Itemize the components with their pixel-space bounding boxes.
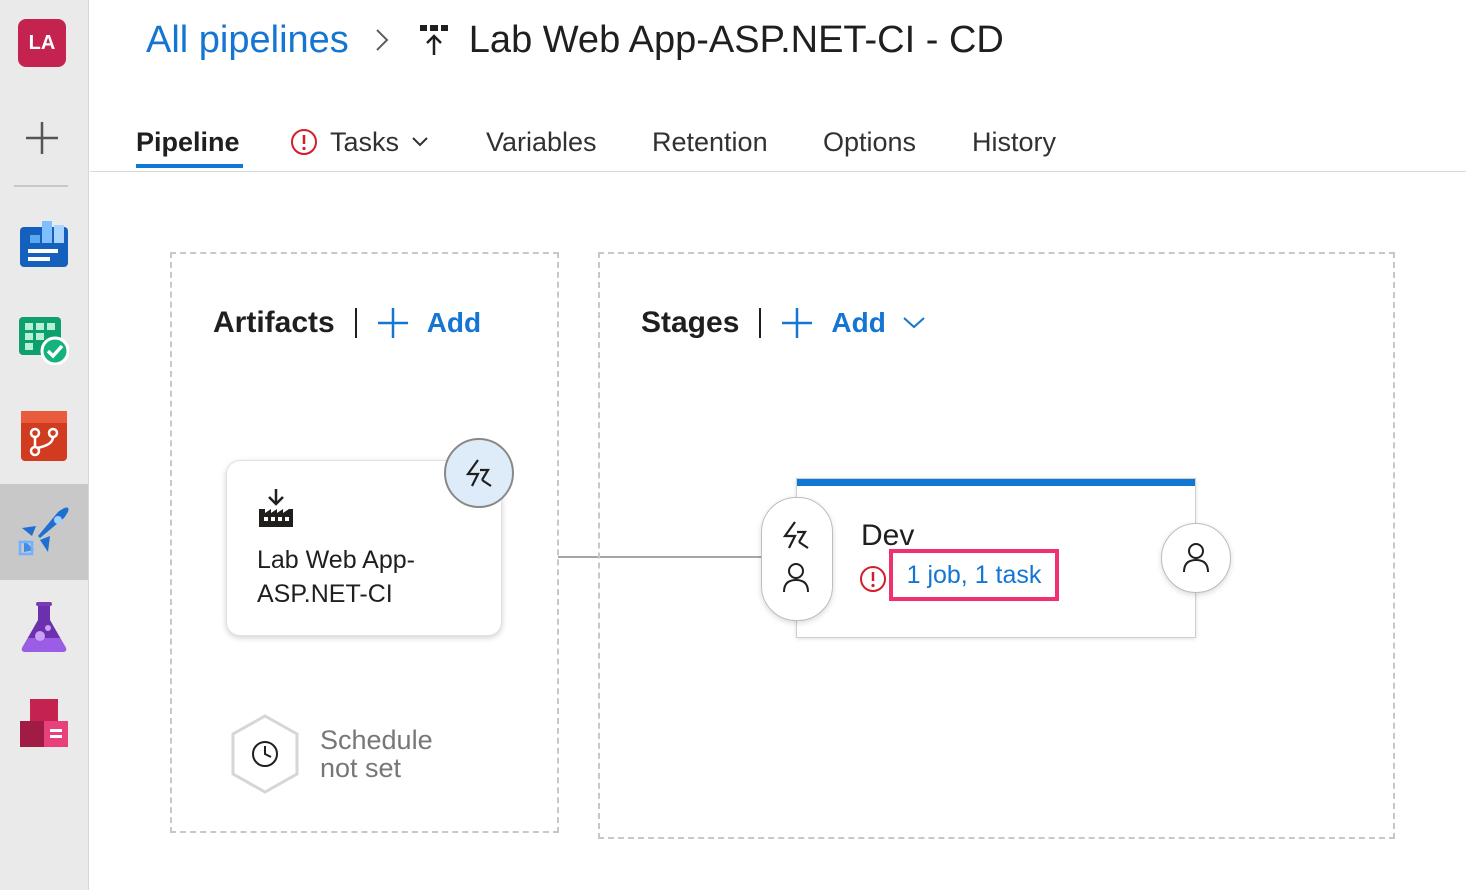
rail-item-artifacts[interactable]: [0, 676, 88, 772]
boards-icon: [19, 317, 69, 365]
pre-deployment-conditions[interactable]: [761, 497, 833, 621]
add-label: Add: [426, 307, 482, 338]
rail-divider: [14, 185, 68, 187]
artifacts-title: Artifacts: [213, 306, 335, 339]
tab-label: Pipeline: [136, 126, 240, 157]
add-label: Add: [831, 307, 886, 338]
rail-item-repos[interactable]: [0, 388, 88, 484]
warning-icon: [291, 129, 317, 155]
artifacts-icon: [20, 699, 68, 747]
continuous-deployment-trigger-button[interactable]: [444, 438, 514, 508]
schedule-label: Schedule not set: [320, 725, 433, 783]
header-divider: [759, 308, 762, 338]
rail-item-boards[interactable]: [0, 292, 88, 388]
overview-icon: [20, 221, 68, 267]
page-title: Lab Web App-ASP.NET-CI - CD: [468, 18, 1004, 61]
tab-retention[interactable]: Retention: [652, 114, 768, 170]
stage-card-dev[interactable]: Dev 1 job, 1 task: [796, 478, 1196, 638]
tab-tasks[interactable]: Tasks: [290, 114, 429, 170]
rail-item-overview[interactable]: [0, 196, 88, 292]
plus-icon: [377, 308, 408, 338]
user-avatar[interactable]: LA: [18, 19, 66, 67]
test-plans-icon: [21, 602, 67, 652]
tab-label: Variables: [486, 126, 597, 157]
artifacts-header: Artifacts Add: [213, 306, 481, 340]
header-divider: [354, 308, 357, 338]
chevron-right-icon: [375, 28, 389, 52]
lightning-icon: [782, 521, 809, 549]
left-navigation-rail: LA: [0, 0, 89, 890]
add-artifact-button[interactable]: Add: [377, 307, 481, 339]
stages-header: Stages Add: [641, 306, 944, 340]
tab-label: History: [972, 126, 1057, 157]
schedule-hexagon-icon: [231, 714, 299, 794]
add-stage-button[interactable]: Add: [781, 307, 943, 339]
schedule-trigger[interactable]: Schedule not set: [230, 714, 460, 794]
rail-item-pipelines[interactable]: [0, 484, 88, 580]
stage-tasks-link[interactable]: 1 job, 1 task: [889, 549, 1059, 601]
create-new-button[interactable]: [24, 120, 60, 156]
chevron-down-icon: [903, 317, 925, 329]
chevron-down-icon: [412, 137, 428, 147]
pipeline-tabs: Pipeline Tasks Variables Retention Optio…: [90, 100, 1466, 172]
breadcrumb: All pipelines Lab Web App-ASP.NET-CI - C…: [146, 14, 1004, 66]
stage-summary: 1 job, 1 task: [906, 560, 1042, 589]
release-pipeline-icon: [419, 24, 449, 56]
tab-label: Options: [823, 126, 917, 157]
post-deployment-conditions[interactable]: [1161, 523, 1231, 593]
lightning-icon: [465, 459, 492, 487]
artifact-name: Lab Web App-ASP.NET-CI: [257, 546, 415, 608]
tab-label: Tasks: [330, 126, 400, 157]
tab-pipeline[interactable]: Pipeline: [136, 114, 240, 170]
tab-label: Retention: [652, 126, 768, 157]
person-icon: [783, 563, 809, 593]
active-tab-indicator: [136, 164, 243, 168]
stage-name: Dev: [861, 519, 915, 552]
all-pipelines-link[interactable]: All pipelines: [146, 19, 349, 62]
plus-icon: [782, 308, 813, 338]
rail-item-test-plans[interactable]: [0, 580, 88, 676]
tab-variables[interactable]: Variables: [486, 114, 597, 170]
warning-icon: [860, 566, 886, 592]
stages-title: Stages: [641, 306, 740, 339]
build-artifact-icon: [259, 489, 293, 527]
plus-icon: [26, 122, 58, 154]
pipelines-icon: [18, 507, 69, 556]
person-icon: [1183, 543, 1209, 573]
repos-icon: [21, 411, 67, 461]
stage-status-bar: [797, 479, 1195, 486]
tab-history[interactable]: History: [972, 114, 1056, 170]
tab-options[interactable]: Options: [823, 114, 916, 170]
